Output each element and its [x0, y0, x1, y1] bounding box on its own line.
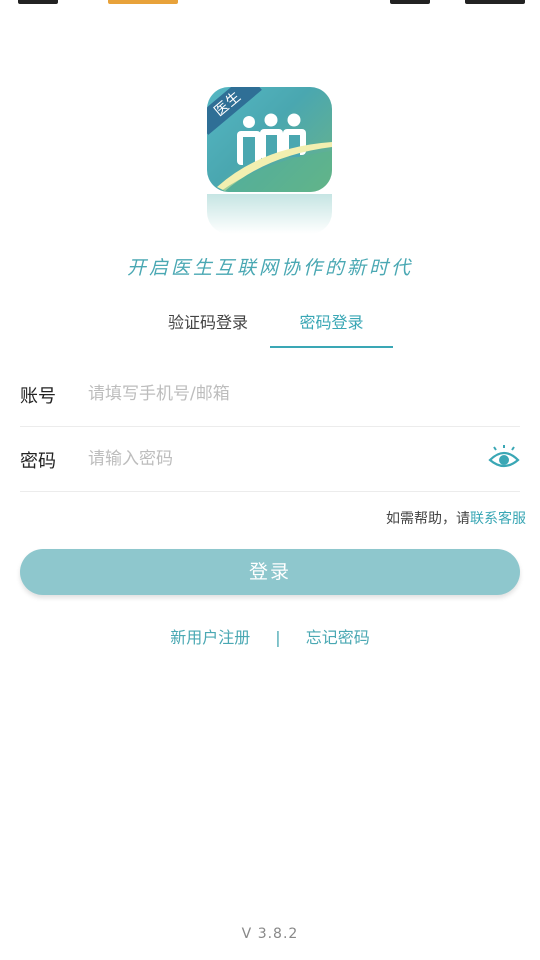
links-separator: |: [275, 628, 281, 647]
tab-password-login[interactable]: 密码登录: [270, 308, 393, 348]
status-bar: [0, 0, 540, 6]
status-wifi-icon: [390, 0, 430, 4]
app-logo-image: 医生: [207, 87, 332, 192]
app-logo: 医生: [207, 87, 332, 237]
account-label: 账号: [20, 386, 56, 407]
forgot-password-link[interactable]: 忘记密码: [306, 628, 370, 647]
slogan: 开启医生互联网协作的新时代: [126, 257, 413, 279]
tab-sms-login[interactable]: 验证码登录: [148, 308, 268, 346]
account-input[interactable]: [86, 376, 470, 412]
contact-support-link[interactable]: 联系客服: [470, 511, 526, 527]
login-tabs: 验证码登录 密码登录: [0, 308, 540, 348]
bottom-links: 新用户注册 | 忘记密码: [0, 624, 540, 648]
account-row: 账号: [20, 362, 520, 427]
status-notification-icon: [108, 0, 178, 4]
status-signal-icon: [18, 0, 58, 4]
status-battery-icon: [465, 0, 525, 4]
password-label: 密码: [20, 451, 56, 472]
login-button[interactable]: 登录: [20, 549, 520, 595]
logo-reflection: [207, 194, 332, 234]
password-row: 密码: [20, 427, 520, 492]
help-text: 如需帮助，请联系客服: [386, 508, 526, 528]
app-version: V 3.8.2: [241, 926, 299, 942]
login-page: 医生 开启医生互联网协作的新时代 验证码登录 密码登录 账号 密码 如需帮助，请…: [0, 0, 540, 960]
register-link[interactable]: 新用户注册: [170, 628, 250, 647]
eye-icon[interactable]: [488, 444, 520, 472]
password-input[interactable]: [86, 441, 470, 477]
help-prefix: 如需帮助，请: [386, 511, 470, 527]
